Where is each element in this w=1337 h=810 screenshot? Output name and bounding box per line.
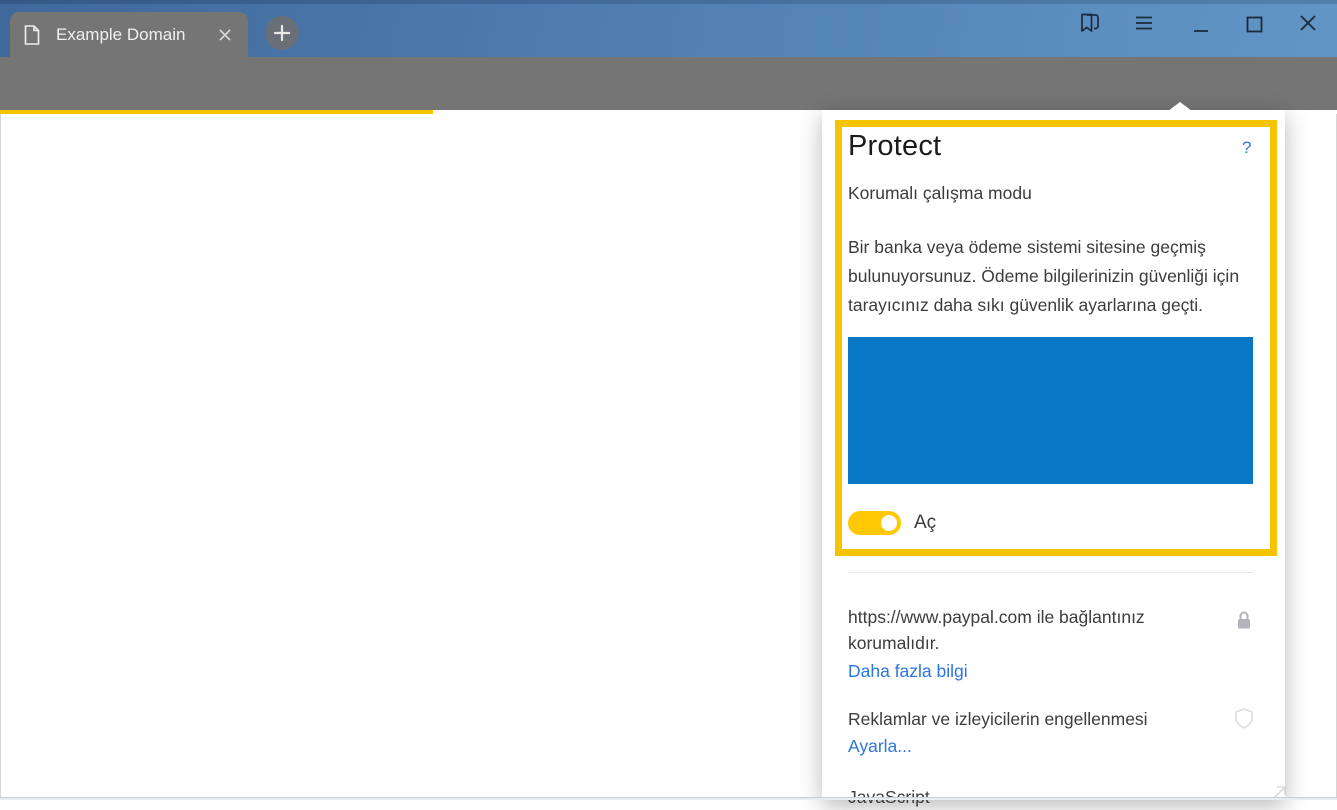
connection-lock-icon xyxy=(1236,610,1252,631)
plus-icon xyxy=(273,24,291,42)
panel-description: Bir banka veya ödeme sistemi sitesine ge… xyxy=(848,233,1262,320)
close-icon xyxy=(1299,14,1317,32)
collections-button[interactable] xyxy=(1076,9,1104,37)
tab-example-domain[interactable]: Example Domain xyxy=(10,12,248,57)
panel-subtitle: Korumalı çalışma modu xyxy=(848,183,1032,204)
maximize-icon xyxy=(1246,16,1263,33)
menu-icon xyxy=(1135,15,1153,31)
connection-info-text: https://www.paypal.com ile bağlantınız k… xyxy=(848,604,1208,656)
toolbar: https://example.com 2 Korumalı çalışma m… xyxy=(0,57,1337,110)
page-favicon-icon xyxy=(24,25,40,45)
help-link[interactable]: ? xyxy=(1242,138,1251,158)
progress-bar xyxy=(0,110,433,114)
close-button[interactable] xyxy=(1297,13,1319,33)
promo-image xyxy=(848,337,1253,484)
adblock-shield-icon xyxy=(1233,707,1255,731)
window-edge xyxy=(0,114,1,800)
protect-toggle[interactable] xyxy=(848,511,901,535)
minimize-icon xyxy=(1193,14,1209,34)
adblock-settings-link[interactable]: Ayarla... xyxy=(848,736,912,757)
panel-callout-arrow xyxy=(1168,102,1192,111)
panel-title: Protect xyxy=(848,130,941,163)
adblock-text: Reklamlar ve izleyicilerin engellenmesi xyxy=(848,706,1248,732)
maximize-button[interactable] xyxy=(1243,14,1265,34)
panel-divider xyxy=(848,572,1253,573)
tab-close-icon[interactable] xyxy=(216,26,234,44)
menu-button[interactable] xyxy=(1131,12,1157,34)
new-tab-button[interactable] xyxy=(265,16,299,50)
collections-icon xyxy=(1076,9,1104,37)
protect-panel: Protect ? Korumalı çalışma modu Bir bank… xyxy=(822,110,1285,800)
titlebar: Example Domain xyxy=(0,0,1337,57)
toggle-label: Aç xyxy=(914,512,936,534)
minimize-button[interactable] xyxy=(1188,12,1214,36)
tab-title: Example Domain xyxy=(56,25,185,45)
more-info-link[interactable]: Daha fazla bilgi xyxy=(848,661,968,682)
toggle-knob xyxy=(881,515,897,531)
